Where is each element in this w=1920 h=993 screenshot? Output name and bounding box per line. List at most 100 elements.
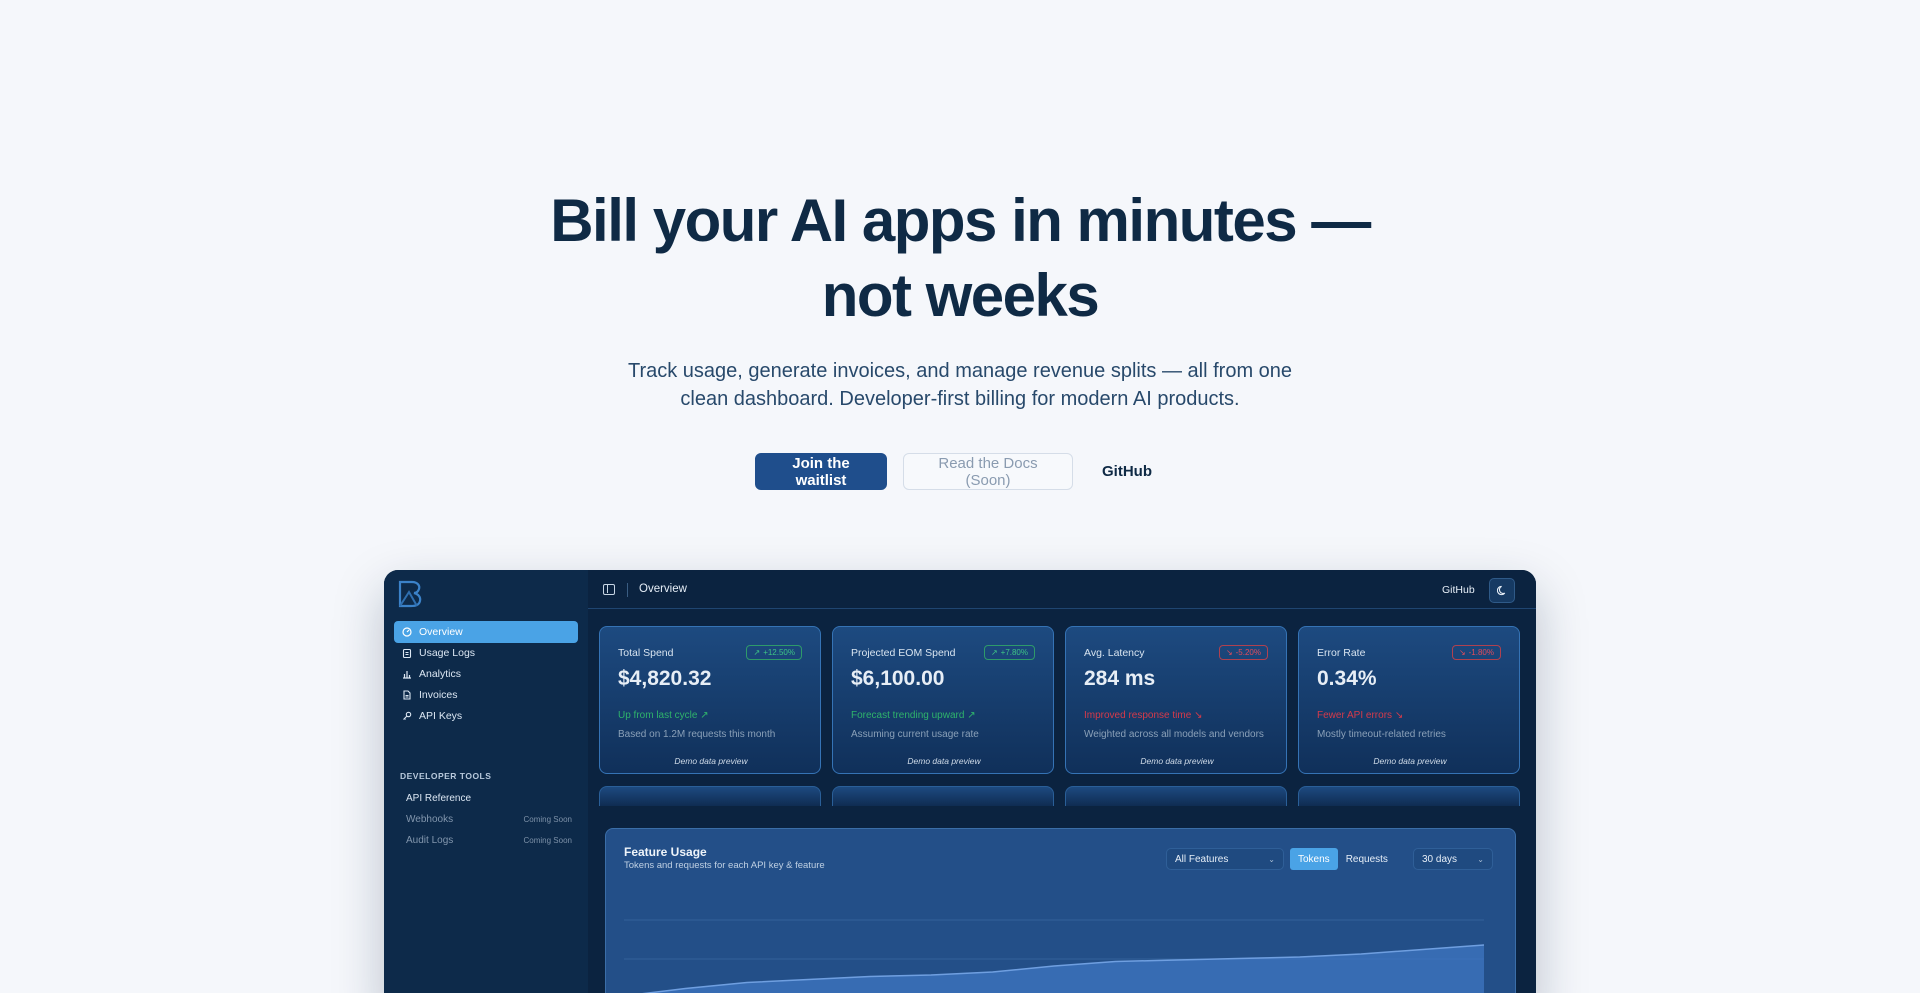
- kpi-change-value: -1.80%: [1468, 648, 1494, 657]
- chevron-down-icon: ⌄: [1477, 854, 1484, 864]
- kpi-label: Projected EOM Spend: [851, 647, 956, 659]
- requests-toggle-button[interactable]: Requests: [1338, 848, 1396, 870]
- coming-soon-badge: Coming Soon: [523, 835, 572, 845]
- kpi-trend-text: Improved response time: [1084, 710, 1192, 721]
- hero-title-line-2: not weeks: [821, 262, 1100, 329]
- kpi-trend: Forecast trending upward ↗: [851, 710, 976, 721]
- github-link[interactable]: GitHub: [1089, 453, 1165, 490]
- feature-filter-select[interactable]: All Features ⌄: [1166, 848, 1284, 870]
- sidebar-item-label: Overview: [419, 626, 463, 638]
- key-icon: [402, 711, 412, 721]
- hero-subtitle-line-1: Track usage, generate invoices, and mana…: [627, 360, 1293, 382]
- feature-usage-chart: [624, 919, 1484, 993]
- demo-data-label: Demo data preview: [1373, 756, 1447, 766]
- metric-toggle: Tokens Requests: [1290, 848, 1396, 870]
- trend-up-icon: ↗: [753, 648, 761, 657]
- kpi-value: 284 ms: [1084, 667, 1156, 690]
- feature-filter-value: All Features: [1175, 853, 1229, 865]
- cta-row: Join the waitlist Read the Docs (Soon) G…: [0, 453, 1920, 490]
- kpi-value: $4,820.32: [618, 667, 712, 690]
- sidebar-item-invoices[interactable]: Invoices: [394, 684, 578, 706]
- main-content: Overview GitHub Total Spend ↗ +12.50% $4,…: [588, 570, 1536, 993]
- sidebar-item-api-keys[interactable]: API Keys: [394, 705, 578, 727]
- sidebar-item-label: Analytics: [419, 668, 462, 680]
- divider: [627, 583, 628, 597]
- trend-up-icon: ↗: [700, 710, 709, 721]
- sidebar-item-webhooks[interactable]: Webhooks Coming Soon: [406, 810, 572, 828]
- sidebar-item-label: Audit Logs: [406, 834, 454, 846]
- kpi-card-projected-eom-spend: Projected EOM Spend ↗ +7.80% $6,100.00 Fo…: [832, 626, 1054, 774]
- sidebar-item-overview[interactable]: Overview: [394, 621, 578, 643]
- kpi-trend: Up from last cycle ↗: [618, 710, 709, 721]
- logo-icon: [398, 580, 422, 608]
- kpi-change-badge: ↗ +12.50%: [746, 645, 802, 660]
- kpi-change-value: -5.20%: [1235, 648, 1261, 657]
- trend-down-icon: ↘: [1225, 648, 1233, 657]
- demo-data-label: Demo data preview: [907, 756, 981, 766]
- card-stub: [832, 786, 1054, 806]
- developer-tools-heading: DEVELOPER TOOLS: [400, 771, 492, 781]
- gauge-icon: [402, 627, 412, 637]
- sidebar-item-label: API Reference: [406, 792, 472, 804]
- kpi-note: Mostly timeout-related retries: [1317, 729, 1446, 740]
- kpi-trend: Fewer API errors ↘: [1317, 710, 1403, 721]
- demo-data-label: Demo data preview: [674, 756, 748, 766]
- hero-title-line-1: Bill your AI apps in minutes —: [550, 187, 1371, 254]
- kpi-change-badge: ↘ -5.20%: [1218, 645, 1268, 660]
- read-docs-button[interactable]: Read the Docs (Soon): [903, 453, 1073, 490]
- panel-subtitle: Tokens and requests for each API key & f…: [624, 860, 825, 871]
- kpi-trend-text: Fewer API errors: [1317, 710, 1393, 721]
- sidebar-item-audit-logs[interactable]: Audit Logs Coming Soon: [406, 831, 572, 849]
- date-range-value: 30 days: [1422, 853, 1458, 865]
- kpi-note: Assuming current usage rate: [851, 729, 979, 740]
- kpi-value: $6,100.00: [851, 667, 945, 690]
- kpi-card-error-rate: Error Rate ↘ -1.80% 0.34% Fewer API error…: [1298, 626, 1520, 774]
- coming-soon-badge: Coming Soon: [523, 814, 572, 824]
- usage-area: [648, 945, 1484, 993]
- panel-title: Feature Usage: [624, 845, 707, 859]
- page-title: Overview: [639, 583, 687, 595]
- kpi-change-badge: ↘ -1.80%: [1451, 645, 1501, 660]
- kpi-value: 0.34%: [1317, 667, 1377, 690]
- hero-subtitle: Track usage, generate invoices, and mana…: [0, 357, 1920, 413]
- date-range-select[interactable]: 30 days ⌄: [1413, 848, 1493, 870]
- chevron-down-icon: ⌄: [1268, 854, 1275, 864]
- top-bar: Overview GitHub: [588, 570, 1536, 609]
- hero-title: Bill your AI apps in minutes — not weeks: [0, 183, 1920, 333]
- kpi-change-value: +12.50%: [763, 648, 795, 657]
- kpi-label: Total Spend: [618, 647, 674, 659]
- kpi-label: Error Rate: [1317, 647, 1366, 659]
- moon-icon: [1496, 585, 1505, 596]
- demo-data-label: Demo data preview: [1140, 756, 1214, 766]
- kpi-trend-text: Up from last cycle: [618, 710, 698, 721]
- trend-down-icon: ↘: [1194, 710, 1203, 721]
- sidebar-item-api-reference[interactable]: API Reference: [406, 789, 572, 807]
- topbar-github-link[interactable]: GitHub: [1442, 584, 1475, 596]
- bar-chart-icon: [402, 669, 412, 679]
- card-stub: [1065, 786, 1287, 806]
- clipboard-icon: [402, 648, 412, 659]
- kpi-card-avg-latency: Avg. Latency ↘ -5.20% 284 ms Improved res…: [1065, 626, 1287, 774]
- kpi-trend-text: Forecast trending upward: [851, 710, 965, 721]
- tokens-toggle-button[interactable]: Tokens: [1290, 848, 1338, 870]
- card-stub: [1298, 786, 1520, 806]
- sidebar-item-analytics[interactable]: Analytics: [394, 663, 578, 685]
- feature-usage-panel: Feature Usage Tokens and requests for ea…: [605, 828, 1516, 993]
- trend-up-icon: ↗: [990, 648, 998, 657]
- sidebar-item-label: API Keys: [419, 710, 463, 722]
- trend-up-icon: ↗: [967, 710, 976, 721]
- trend-down-icon: ↘: [1458, 648, 1466, 657]
- kpi-note: Based on 1.2M requests this month: [618, 729, 776, 740]
- theme-toggle-button[interactable]: [1489, 578, 1515, 603]
- join-waitlist-button[interactable]: Join the waitlist: [755, 453, 887, 490]
- sidebar-item-label: Invoices: [419, 689, 458, 701]
- card-stub: [599, 786, 821, 806]
- sidebar-toggle-icon[interactable]: [603, 584, 615, 595]
- kpi-trend: Improved response time ↘: [1084, 710, 1202, 721]
- sidebar-item-usage-logs[interactable]: Usage Logs: [394, 642, 578, 664]
- trend-down-icon: ↘: [1394, 710, 1404, 721]
- sidebar-item-label: Usage Logs: [419, 647, 476, 659]
- dashboard-preview: Overview Usage Logs Analytics Invoices A…: [384, 570, 1536, 993]
- kpi-note: Weighted across all models and vendors: [1084, 729, 1264, 740]
- sidebar-item-label: Webhooks: [406, 813, 454, 825]
